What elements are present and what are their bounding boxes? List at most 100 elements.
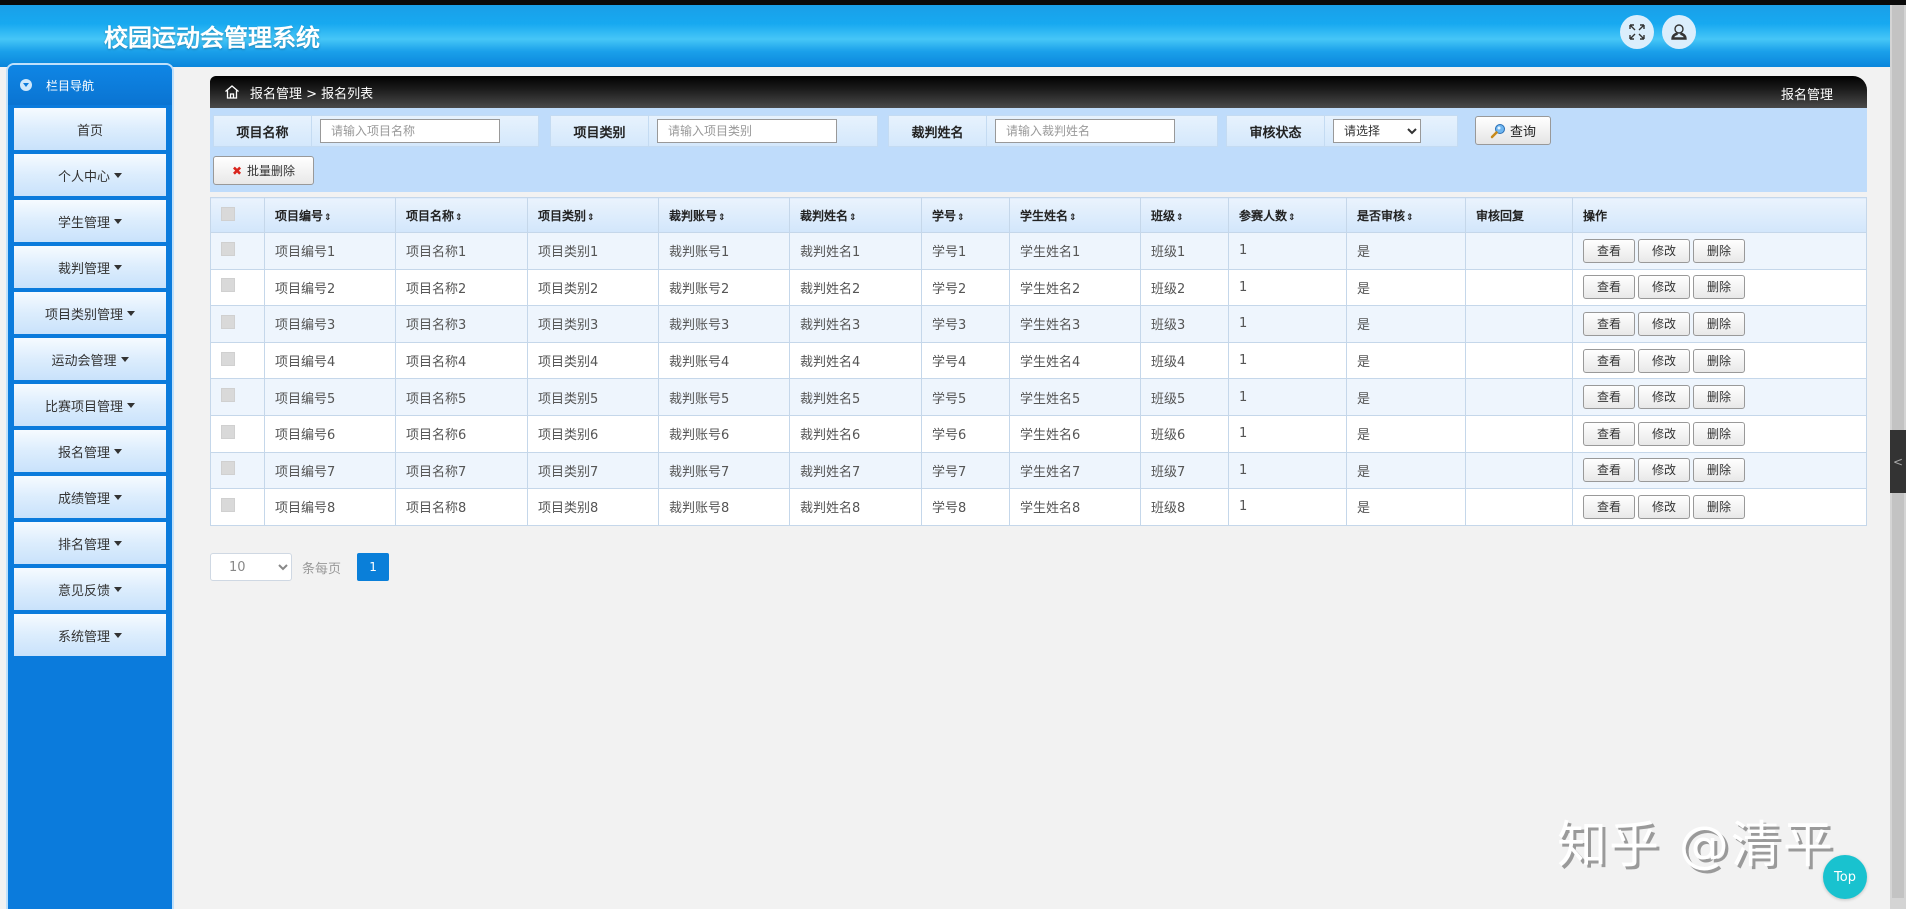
edit-button[interactable]: 修改 (1638, 385, 1690, 410)
back-to-top-button[interactable]: Top (1823, 855, 1867, 899)
edit-button[interactable]: 修改 (1638, 494, 1690, 519)
table-row: 项目编号5 项目名称5 项目类别5 裁判账号5 裁判姓名5 学号5 学生姓名5 班级5 1 是 查看… (210, 378, 1867, 416)
view-button[interactable]: 查看 (1583, 458, 1635, 483)
sort-icon[interactable]: ⇕ (849, 213, 857, 223)
sidebar-item-personal-center[interactable]: 个人中心 (14, 154, 166, 196)
project-name-input[interactable] (320, 119, 500, 143)
edit-button[interactable]: 修改 (1638, 458, 1690, 483)
delete-button[interactable]: 删除 (1693, 311, 1745, 336)
row-checkbox[interactable] (221, 278, 235, 293)
referee-name-filter: 裁判姓名 (888, 115, 1218, 147)
sort-icon[interactable]: ⇕ (957, 213, 965, 223)
column-header[interactable]: 学号⇕ (921, 197, 1010, 233)
table-cell: 班级4 (1140, 341, 1229, 380)
sidebar-item-ranking-management[interactable]: 排名管理 (14, 522, 166, 564)
table-row: 项目编号6 项目名称6 项目类别6 裁判账号6 裁判姓名6 学号6 学生姓名6 班级6 1 是 查看… (210, 414, 1867, 453)
edit-button[interactable]: 修改 (1638, 348, 1690, 373)
view-button[interactable]: 查看 (1583, 238, 1635, 263)
row-checkbox[interactable] (221, 351, 235, 366)
view-button[interactable]: 查看 (1583, 275, 1635, 300)
sidebar-item-home[interactable]: 首页 (14, 108, 166, 150)
review-status-select[interactable]: 请选择 (1333, 119, 1421, 143)
row-checkbox[interactable] (221, 424, 235, 439)
column-header-label: 项目名称 (406, 208, 455, 223)
table-cell: 1 (1228, 305, 1347, 343)
edit-button[interactable]: 修改 (1638, 275, 1690, 300)
sidebar-item-label: 学生管理 (57, 215, 110, 231)
select-all-checkbox[interactable] (221, 206, 235, 221)
column-header-label: 学号 (932, 208, 957, 223)
sort-icon[interactable]: ⇕ (324, 213, 332, 223)
sidebar-item-score-management[interactable]: 成绩管理 (14, 476, 166, 518)
sort-icon[interactable]: ⇕ (1176, 213, 1184, 223)
sort-icon[interactable]: ⇕ (1288, 213, 1296, 223)
caret-down-icon (114, 586, 122, 592)
table-cell: 裁判账号6 (658, 414, 790, 453)
delete-button[interactable]: 删除 (1693, 494, 1745, 519)
home-icon[interactable] (224, 84, 240, 100)
view-button[interactable]: 查看 (1583, 385, 1635, 410)
row-select-cell (210, 268, 265, 307)
delete-button[interactable]: 删除 (1693, 238, 1745, 263)
sidebar-heading[interactable]: 栏目导航 (8, 65, 172, 105)
row-checkbox[interactable] (221, 314, 235, 329)
column-header[interactable]: 是否审核⇕ (1346, 197, 1466, 233)
sidebar-item-student-management[interactable]: 学生管理 (14, 200, 166, 242)
row-checkbox[interactable] (221, 461, 235, 476)
sort-icon[interactable]: ⇕ (718, 213, 726, 223)
delete-button[interactable]: 删除 (1693, 421, 1745, 446)
view-button[interactable]: 查看 (1583, 421, 1635, 446)
sidebar-item-label: 报名管理 (57, 445, 110, 461)
sidebar-item-event-management[interactable]: 比赛项目管理 (14, 384, 166, 426)
sidebar-item-referee-management[interactable]: 裁判管理 (14, 246, 166, 288)
sidebar-item-system-management[interactable]: 系统管理 (14, 614, 166, 656)
row-checkbox[interactable] (221, 241, 235, 256)
delete-button[interactable]: 删除 (1693, 348, 1745, 373)
table-header-row: 项目编号⇕ 项目名称⇕ 项目类别⇕ 裁判账号⇕ 裁判姓名⇕ 学号⇕ 学生姓名⇕ 班级⇕ 参赛人数… (210, 197, 1867, 233)
sidebar-item-feedback[interactable]: 意见反馈 (14, 568, 166, 610)
edit-button[interactable]: 修改 (1638, 421, 1690, 446)
user-button[interactable] (1662, 15, 1696, 49)
column-header[interactable]: 项目类别⇕ (527, 197, 659, 233)
referee-name-input[interactable] (995, 119, 1175, 143)
view-button[interactable]: 查看 (1583, 311, 1635, 336)
column-header[interactable]: 项目编号⇕ (264, 197, 396, 233)
column-header[interactable]: 参赛人数⇕ (1228, 197, 1347, 233)
column-header[interactable]: 项目名称⇕ (395, 197, 528, 233)
caret-down-icon (114, 264, 122, 270)
caret-down-icon (127, 310, 135, 316)
breadcrumb: 报名管理 > 报名列表 (250, 86, 374, 102)
column-header[interactable]: 学生姓名⇕ (1009, 197, 1141, 233)
table-row: 项目编号7 项目名称7 项目类别7 裁判账号7 裁判姓名7 学号7 学生姓名7 班级7 1 是 查看… (210, 451, 1867, 490)
sidebar-item-sports-meet-management[interactable]: 运动会管理 (14, 338, 166, 380)
table-cell (1465, 451, 1573, 490)
sidebar-item-category-management[interactable]: 项目类别管理 (14, 292, 166, 334)
row-checkbox[interactable] (221, 388, 235, 403)
edit-button[interactable]: 修改 (1638, 311, 1690, 336)
table-cell: 项目名称4 (395, 341, 528, 380)
page-size-select[interactable]: 10 (210, 553, 292, 581)
batch-delete-button[interactable]: ✖ 批量删除 (213, 156, 314, 185)
query-button[interactable]: 查询 (1475, 116, 1551, 145)
sort-icon[interactable]: ⇕ (1406, 213, 1414, 223)
fullscreen-button[interactable] (1620, 15, 1654, 49)
column-header[interactable]: 班级⇕ (1140, 197, 1229, 233)
table-cell: 学号1 (921, 232, 1010, 270)
sort-icon[interactable]: ⇕ (1069, 213, 1077, 223)
view-button[interactable]: 查看 (1583, 494, 1635, 519)
side-collapse-tab[interactable]: < (1890, 430, 1906, 493)
row-checkbox[interactable] (221, 497, 235, 512)
delete-button[interactable]: 删除 (1693, 458, 1745, 483)
page-button-1[interactable]: 1 (357, 553, 390, 581)
delete-button[interactable]: 删除 (1693, 385, 1745, 410)
sidebar-item-registration-management[interactable]: 报名管理 (14, 430, 166, 472)
column-header[interactable]: 裁判账号⇕ (658, 197, 790, 233)
edit-button[interactable]: 修改 (1638, 238, 1690, 263)
delete-button[interactable]: 删除 (1693, 275, 1745, 300)
pagination: 10 条每页 1 (210, 553, 390, 581)
sort-icon[interactable]: ⇕ (455, 213, 463, 223)
view-button[interactable]: 查看 (1583, 348, 1635, 373)
project-category-input[interactable] (657, 119, 837, 143)
column-header[interactable]: 裁判姓名⇕ (789, 197, 922, 233)
sort-icon[interactable]: ⇕ (587, 213, 595, 223)
